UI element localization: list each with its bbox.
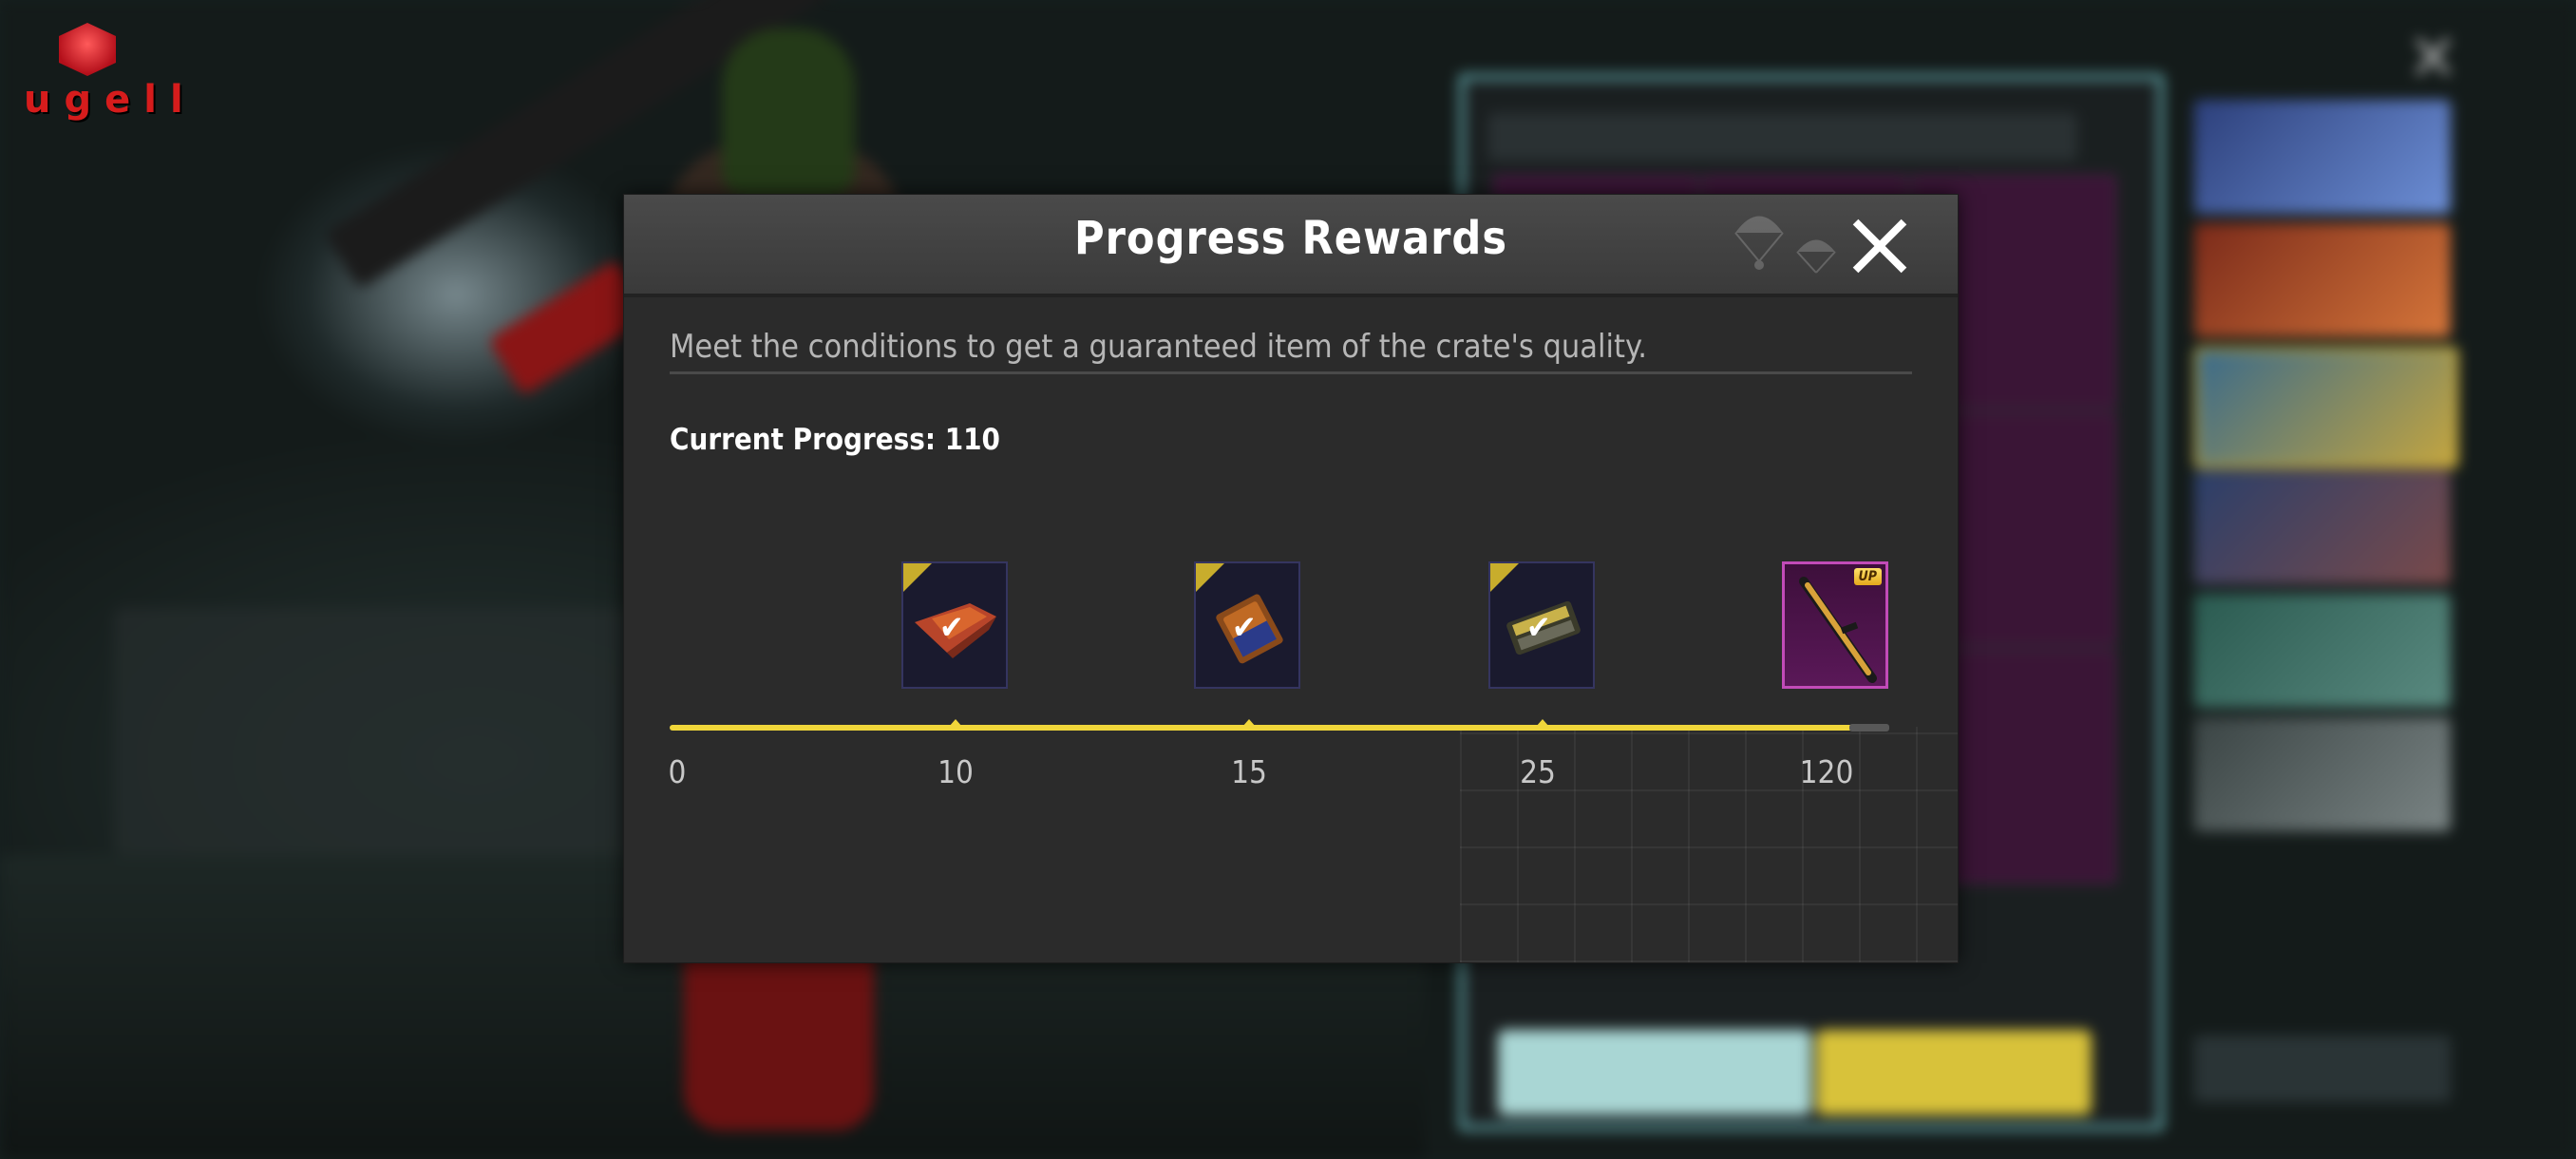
channel-logo: ugell [19,19,183,122]
divider [670,371,1912,374]
open-ten-button [1816,1030,2092,1115]
logo-wordmark: ugell [24,78,197,122]
dialog-description: Meet the conditions to get a guaranteed … [670,328,1647,366]
crate-thumbnail [2194,470,2451,584]
dialog-header: Progress Rewards [624,195,1958,297]
crate-thumbnail [2194,594,2451,708]
dialog-title: Progress Rewards [1073,212,1508,265]
milestone-tick [949,719,962,727]
claimed-corner-badge [903,563,932,592]
logo-shield-icon [59,23,116,76]
milestone-label-25: 25 [1520,753,1556,790]
claimed-corner-badge [1490,563,1519,592]
reward-item-15[interactable]: ✔ [1194,561,1300,689]
character-head [722,28,855,200]
up-badge: UP [1853,568,1882,585]
milestone-tick [1242,719,1256,727]
current-progress-label: Current Progress: 110 [670,423,1000,457]
claimed-corner-badge [1196,563,1224,592]
reward-item-25[interactable]: ✔ [1488,561,1595,689]
progress-rewards-dialog: Progress Rewards Meet the conditions to … [623,194,1959,963]
milestone-label-15: 15 [1231,753,1267,790]
milestone-label-120: 120 [1799,753,1854,790]
crate-tab-bar [1488,113,2077,161]
crate-thumbnail [2194,717,2451,831]
background-close-icon: ✕ [2408,19,2458,97]
crate-thumbnail [2194,100,2451,214]
reward-item-120[interactable]: UP [1782,561,1888,689]
crate-thumbnail [2194,347,2458,468]
open-once-button [1498,1030,1811,1115]
milestone-label-0: 0 [668,753,687,790]
checkmark-icon: ✔ [1232,609,1257,647]
progress-bar-fill [670,725,1857,731]
milestone-tick [1536,719,1549,727]
reward-item-10[interactable]: ✔ [901,561,1008,689]
close-icon[interactable] [1849,216,1910,276]
milestone-label-10: 10 [938,753,974,790]
crate-thumbnail [2194,223,2451,337]
checkmark-icon: ✔ [1526,609,1551,647]
preview-button [2194,1036,2451,1102]
currency-bar [1843,28,2137,74]
checkmark-icon: ✔ [939,609,964,647]
progress-bar-remaining [1849,724,1889,732]
